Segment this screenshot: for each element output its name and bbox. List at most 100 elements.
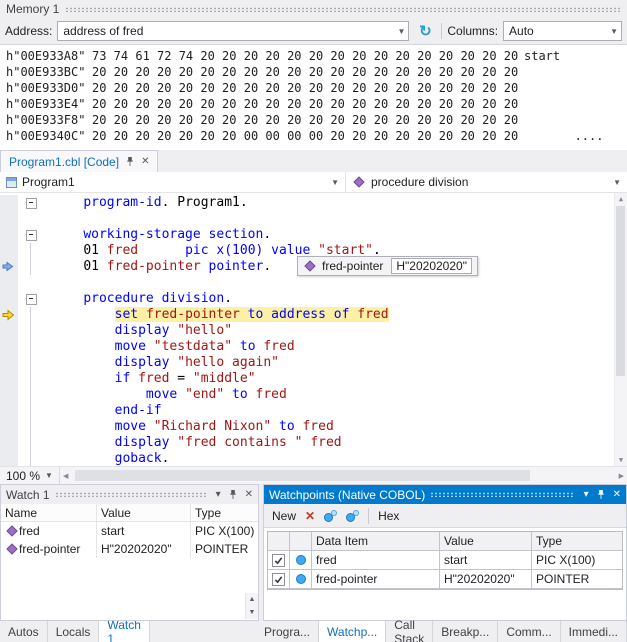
fold-collapse-icon[interactable] xyxy=(18,227,44,243)
datatip[interactable]: fred-pointer H"20202020" xyxy=(297,256,478,276)
code-lines: program-id. Program1. working-storage se… xyxy=(0,195,627,466)
watch-name-cell[interactable]: fred xyxy=(1,522,97,540)
column-header-value[interactable]: Value xyxy=(440,532,532,551)
enable-watchpoint-icon[interactable] xyxy=(324,510,337,522)
column-header-value[interactable]: Value xyxy=(97,504,191,521)
project-dropdown[interactable]: Program1 ▼ xyxy=(0,172,346,192)
watchpoint-checkbox[interactable] xyxy=(272,554,285,567)
code-editor[interactable]: program-id. Program1. working-storage se… xyxy=(0,193,627,466)
fold-collapse-icon[interactable] xyxy=(18,195,44,211)
code-text: end-if xyxy=(44,403,162,419)
columns-combobox[interactable]: Auto ▼ xyxy=(503,21,622,41)
bottom-tab-watch-1[interactable]: Watch 1 xyxy=(99,621,150,642)
indicator-margin[interactable] xyxy=(0,291,18,307)
horizontal-scrollbar[interactable]: ◀ ▶ xyxy=(60,467,627,484)
window-position-icon[interactable]: ▾ xyxy=(216,490,221,500)
watchpoint-item-cell[interactable]: fred xyxy=(312,551,440,570)
indicator-margin[interactable] xyxy=(0,195,18,211)
chevron-down-icon[interactable]: ▼ xyxy=(613,178,621,187)
hex-toggle[interactable]: Hex xyxy=(378,509,399,523)
indicator-margin[interactable] xyxy=(0,307,18,323)
indicator-margin[interactable] xyxy=(0,355,18,371)
watchpoint-row[interactable]: fred-pointerH"20202020"POINTER xyxy=(268,570,622,589)
indicator-margin[interactable] xyxy=(0,243,18,259)
column-header-type[interactable]: Type xyxy=(191,504,258,521)
bottom-tab-comm[interactable]: Comm... xyxy=(498,621,560,642)
scroll-down-icon[interactable]: ▼ xyxy=(619,456,623,464)
memory-content[interactable]: h"00E933A8"73 74 61 72 74 20 20 20 20 20… xyxy=(0,44,627,150)
scroll-right-icon[interactable]: ▶ xyxy=(619,472,624,480)
chevron-down-icon[interactable]: ▼ xyxy=(604,27,618,36)
indicator-margin[interactable] xyxy=(0,211,18,227)
bottom-tab-breakp[interactable]: Breakp... xyxy=(433,621,498,642)
drag-handle[interactable] xyxy=(65,7,621,12)
scroll-down-icon[interactable]: ▼ xyxy=(246,606,258,619)
code-line-3: working-storage section. xyxy=(0,227,627,243)
watchpoint-row[interactable]: fredstartPIC X(100) xyxy=(268,551,622,570)
watchpoint-value-cell[interactable]: start xyxy=(440,551,532,570)
scroll-up-icon[interactable]: ▲ xyxy=(619,195,623,203)
scroll-up-icon[interactable]: ▲ xyxy=(246,593,258,606)
indicator-margin[interactable] xyxy=(0,227,18,243)
indicator-margin[interactable] xyxy=(0,371,18,387)
bottom-tab-progra[interactable]: Progra... xyxy=(256,621,319,642)
chevron-down-icon[interactable]: ▼ xyxy=(391,27,405,36)
scrollbar-thumb[interactable] xyxy=(616,206,625,376)
indicator-margin[interactable] xyxy=(0,259,18,275)
address-combobox[interactable]: address of fred ▼ xyxy=(57,21,409,41)
indicator-margin[interactable] xyxy=(0,339,18,355)
watch-scrollbar[interactable]: ▲ ▼ xyxy=(245,593,258,619)
close-icon[interactable]: ✕ xyxy=(141,157,149,167)
indicator-margin[interactable] xyxy=(0,323,18,339)
fold-collapse-icon[interactable] xyxy=(18,291,44,307)
code-line-16: display "fred contains " fred xyxy=(0,435,627,451)
disable-watchpoint-icon[interactable] xyxy=(346,510,359,522)
bottom-tab-call-stack[interactable]: Call Stack xyxy=(386,621,433,642)
watch-title-bar: Watch 1 ▾ ✕ xyxy=(1,485,258,504)
datatip-value[interactable]: H"20202020" xyxy=(391,258,472,274)
vertical-scrollbar[interactable]: ▲ ▼ xyxy=(614,193,627,466)
watchpoint-value-cell[interactable]: H"20202020" xyxy=(440,570,532,589)
bottom-tab-autos[interactable]: Autos xyxy=(0,621,48,642)
pin-icon[interactable] xyxy=(125,156,135,167)
watch-row[interactable]: fred-pointerH"20202020"POINTER xyxy=(1,540,258,558)
column-header-type[interactable]: Type xyxy=(532,532,622,551)
window-position-icon[interactable]: ▾ xyxy=(584,490,589,500)
zoom-control[interactable]: 100 % ▼ xyxy=(0,467,60,484)
close-icon[interactable]: ✕ xyxy=(613,490,621,500)
watch-value-cell[interactable]: start xyxy=(97,522,191,540)
document-tab[interactable]: Program1.cbl [Code] ✕ xyxy=(0,150,158,172)
indicator-margin[interactable] xyxy=(0,435,18,451)
bottom-tab-immedi[interactable]: Immedi... xyxy=(561,621,627,642)
watch-name-cell[interactable]: fred-pointer xyxy=(1,540,97,558)
scrollbar-thumb[interactable] xyxy=(75,470,530,481)
close-icon[interactable]: ✕ xyxy=(245,490,253,500)
indicator-margin[interactable] xyxy=(0,451,18,466)
new-watchpoint-button[interactable]: New xyxy=(272,509,296,523)
indicator-margin[interactable] xyxy=(0,387,18,403)
pin-icon[interactable] xyxy=(228,489,238,500)
watchpoint-item-cell[interactable]: fred-pointer xyxy=(312,570,440,589)
chevron-down-icon[interactable]: ▼ xyxy=(45,471,53,480)
refresh-icon[interactable]: ↻ xyxy=(414,21,436,41)
delete-watchpoint-icon[interactable]: ✕ xyxy=(305,509,315,523)
bottom-tab-watchp[interactable]: Watchp... xyxy=(319,621,386,642)
column-header-data-item[interactable]: Data Item xyxy=(312,532,440,551)
watch-row[interactable]: fredstartPIC X(100) xyxy=(1,522,258,540)
column-header-name[interactable]: Name xyxy=(1,504,97,521)
scroll-left-icon[interactable]: ◀ xyxy=(63,472,68,480)
indicator-margin[interactable] xyxy=(0,403,18,419)
drag-handle[interactable] xyxy=(430,492,574,497)
watchpoint-checkbox[interactable] xyxy=(272,573,285,586)
member-dropdown[interactable]: procedure division ▼ xyxy=(346,172,627,192)
drag-handle[interactable] xyxy=(55,492,207,497)
indicator-margin[interactable] xyxy=(0,275,18,291)
watch-value-cell[interactable]: H"20202020" xyxy=(97,540,191,558)
indicator-margin[interactable] xyxy=(0,419,18,435)
pin-icon[interactable] xyxy=(596,489,606,500)
code-line-12: if fred = "middle" xyxy=(0,371,627,387)
document-tab-title: Program1.cbl [Code] xyxy=(9,155,119,169)
chevron-down-icon[interactable]: ▼ xyxy=(331,178,339,187)
toolbar-separator xyxy=(441,23,442,39)
bottom-tab-locals[interactable]: Locals xyxy=(48,621,100,642)
